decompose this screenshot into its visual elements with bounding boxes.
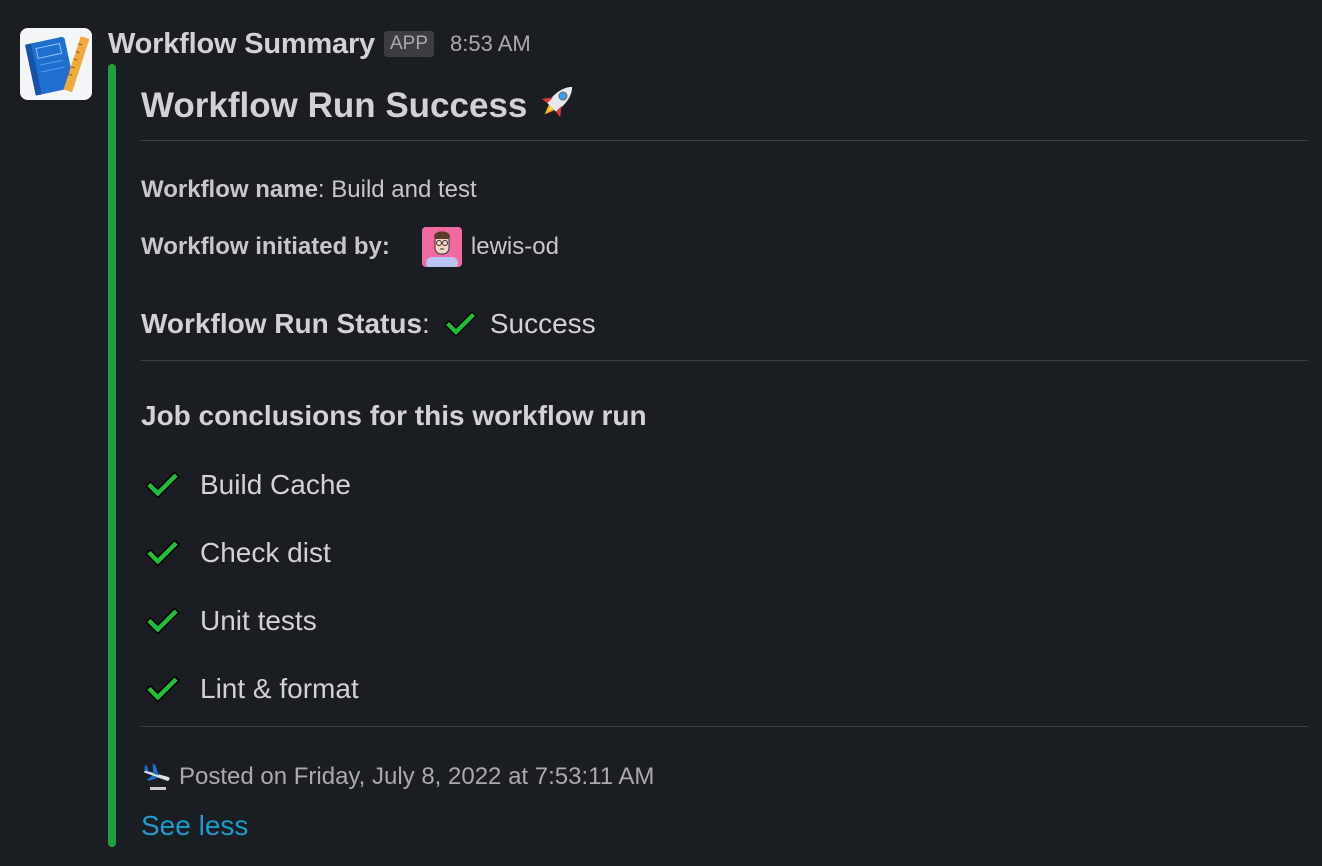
divider xyxy=(141,140,1308,141)
message: Workflow Summary APP 8:53 AM Workflow Ru… xyxy=(0,0,1322,866)
divider xyxy=(141,360,1308,361)
job-item: Lint & format xyxy=(141,668,359,710)
workflow-name-row: Workflow name : Build and test xyxy=(141,176,477,204)
bot-avatar[interactable] xyxy=(20,28,92,100)
check-icon xyxy=(141,600,183,642)
bot-name[interactable]: Workflow Summary xyxy=(108,28,375,61)
message-timestamp[interactable]: 8:53 AM xyxy=(450,31,531,57)
app-badge: APP xyxy=(384,31,435,57)
jobs-section-title: Job conclusions for this workflow run xyxy=(141,400,647,431)
user-avatar[interactable] xyxy=(421,227,462,267)
check-icon xyxy=(141,668,183,710)
check-icon xyxy=(141,532,183,574)
workflow-name-label: Workflow name xyxy=(141,176,318,203)
run-status-colon: : xyxy=(422,308,430,339)
check-icon xyxy=(440,304,480,344)
check-icon xyxy=(141,464,183,506)
rocket-icon xyxy=(535,78,581,133)
job-name: Lint & format xyxy=(200,673,359,704)
blueprint-book-icon xyxy=(20,28,92,100)
user-avatar-image xyxy=(421,227,462,267)
run-status-value: Success xyxy=(489,308,596,339)
initiated-by-label: Workflow initiated by: xyxy=(141,233,390,260)
run-status-label: Workflow Run Status xyxy=(141,308,423,339)
run-status-row: Workflow Run Status : Success xyxy=(141,304,596,344)
see-less-link[interactable]: See less xyxy=(141,810,248,842)
initiated-by-row: Workflow initiated by: lewis-od xyxy=(141,226,559,268)
footer-text: Posted on Friday, July 8, 2022 at 7:53:1… xyxy=(179,763,655,790)
job-name: Check dist xyxy=(200,537,331,568)
attachment-heading: Workflow Run Success xyxy=(141,78,581,133)
job-item: Unit tests xyxy=(141,600,317,642)
job-name: Unit tests xyxy=(200,605,317,636)
initiated-by-user[interactable]: lewis-od xyxy=(471,233,559,261)
workflow-name-value: : Build and test xyxy=(317,176,477,203)
attachment-footer: Posted on Friday, July 8, 2022 at 7:53:1… xyxy=(141,760,654,794)
job-item: Check dist xyxy=(141,532,331,574)
airplane-departure-icon xyxy=(141,761,173,793)
job-name: Build Cache xyxy=(200,469,351,500)
heading-text: Workflow Run Success xyxy=(141,85,528,125)
message-header: Workflow Summary APP 8:53 AM xyxy=(108,26,531,62)
job-item: Build Cache xyxy=(141,464,351,506)
divider xyxy=(141,726,1308,727)
attachment-color-bar xyxy=(108,64,116,847)
